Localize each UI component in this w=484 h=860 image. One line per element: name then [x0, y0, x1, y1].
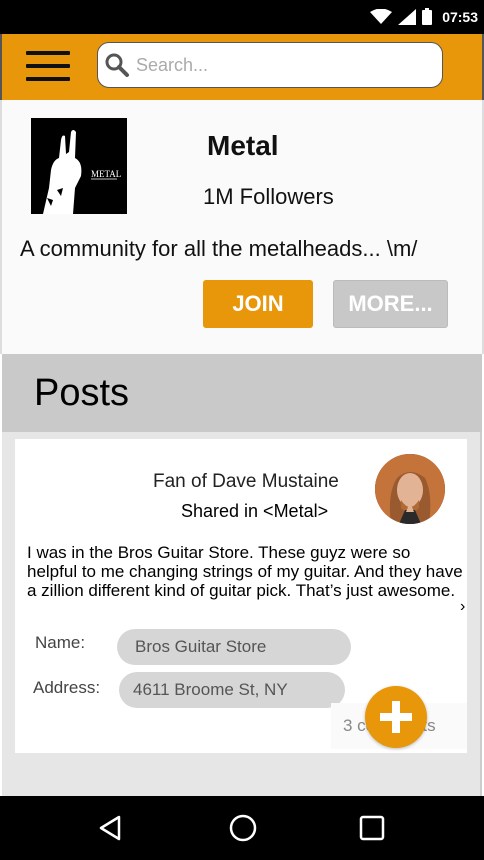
recents-icon[interactable] — [356, 812, 388, 844]
search-box[interactable] — [97, 42, 443, 88]
community-logo-image: METAL — [31, 118, 127, 214]
status-bar: 07:53 — [0, 0, 484, 34]
scroll-hint-mark: › — [460, 598, 466, 615]
system-navigation-bar — [0, 796, 484, 860]
post-author-name[interactable]: Fan of Dave Mustaine — [153, 471, 339, 493]
post-shared-in[interactable]: Shared in <Metal> — [181, 501, 328, 522]
app-bar — [0, 34, 484, 100]
more-button[interactable]: MORE... — [333, 280, 448, 328]
back-icon[interactable] — [94, 812, 126, 844]
community-logo-text: METAL — [91, 169, 121, 179]
community-header: METAL Metal 1M Followers A community for… — [0, 100, 484, 354]
search-input[interactable] — [136, 54, 416, 76]
status-icons: 07:53 — [370, 8, 478, 25]
join-button[interactable]: JOIN — [203, 280, 313, 328]
address-value[interactable]: 4611 Broome St, NY — [119, 672, 345, 708]
followers-count: 1M Followers — [203, 184, 334, 209]
posts-section-header: Posts — [2, 354, 482, 432]
battery-icon — [422, 8, 433, 25]
add-post-button[interactable] — [365, 686, 427, 748]
hamburger-menu-icon[interactable] — [26, 46, 70, 86]
wifi-icon — [370, 8, 393, 24]
community-description: A community for all the metalheads... \m… — [20, 236, 418, 261]
post-body: I was in the Bros Guitar Store. These gu… — [27, 543, 463, 600]
search-icon — [105, 53, 129, 77]
signal-icon — [398, 8, 417, 25]
name-value[interactable]: Bros Guitar Store — [117, 629, 351, 665]
status-time: 07:53 — [442, 8, 478, 25]
community-title: Metal — [207, 130, 279, 161]
home-icon[interactable] — [227, 812, 259, 844]
address-label: Address: — [33, 678, 101, 697]
plus-icon — [380, 701, 412, 733]
author-avatar[interactable] — [375, 454, 445, 524]
posts-heading: Posts — [34, 372, 130, 414]
name-label: Name: — [35, 633, 86, 652]
